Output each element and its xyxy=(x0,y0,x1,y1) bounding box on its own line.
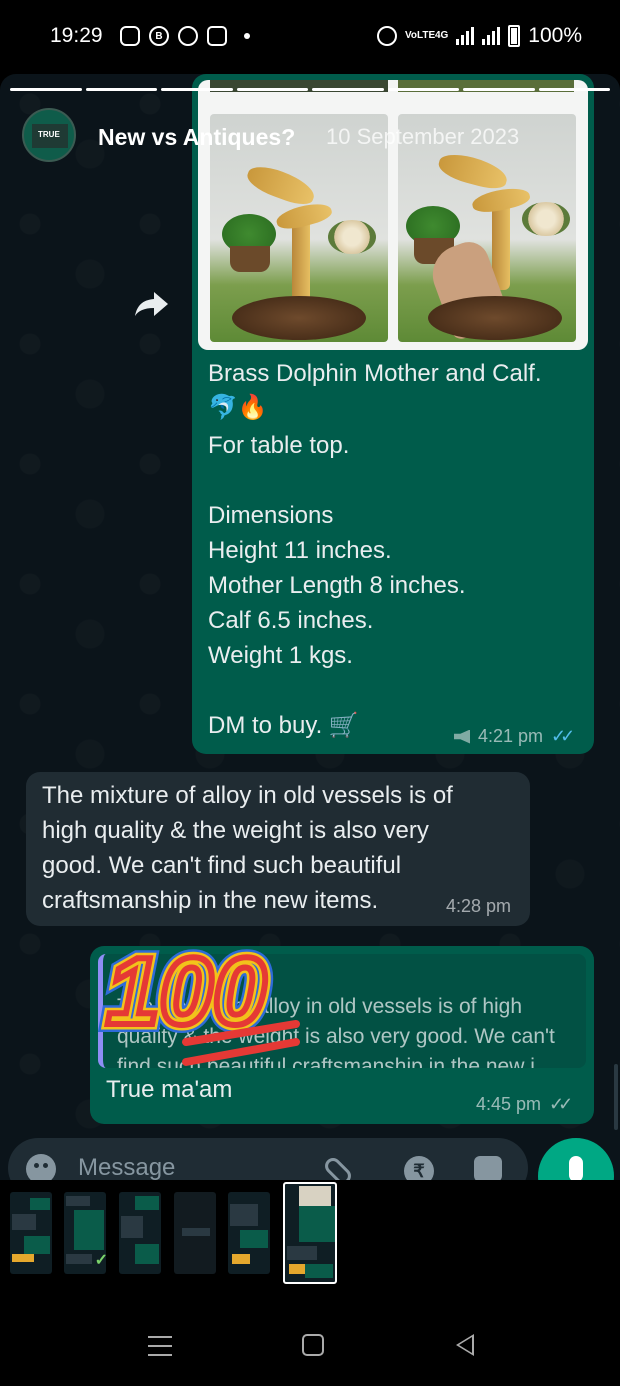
flowers-shape xyxy=(522,202,570,236)
outgoing-line: Dimensions xyxy=(208,502,334,529)
recent-apps-icon[interactable] xyxy=(148,1336,172,1356)
incoming-time: 4:28 pm xyxy=(446,896,512,916)
signal-icon xyxy=(456,27,475,45)
avatar[interactable]: TRUE xyxy=(22,108,76,162)
delivered-ticks-icon: ✓✓ xyxy=(549,1094,573,1114)
attach-icon[interactable] xyxy=(321,1154,355,1180)
chat-area[interactable]: Brass Dolphin Mother and Calf. 🐬🔥 For ta… xyxy=(0,74,620,1180)
incoming-meta: 4:28 pm xyxy=(446,896,511,917)
notification-icons: B xyxy=(120,26,250,46)
wood-base xyxy=(232,296,366,340)
outgoing-time: 4:21 pm xyxy=(478,726,544,746)
image-album[interactable] xyxy=(198,80,588,350)
back-icon[interactable] xyxy=(456,1334,474,1356)
message-input[interactable]: Message xyxy=(78,1154,175,1180)
outgoing-line: Calf 6.5 inches. xyxy=(208,607,374,634)
story-thumbnail[interactable] xyxy=(174,1192,216,1274)
outgoing-line: 🐬🔥 xyxy=(208,394,268,421)
network-type: 4G xyxy=(434,30,449,41)
pot-shape xyxy=(230,246,270,272)
story-thumbnail-active[interactable] xyxy=(283,1182,337,1284)
status-time: 19:29 xyxy=(50,24,103,47)
outgoing-line: Mother Length 8 inches. xyxy=(208,572,466,599)
hundred-points-sticker: 100 100 100 xyxy=(98,930,300,1066)
battery-icon xyxy=(508,25,521,47)
story-thumbnail[interactable]: ✓ xyxy=(64,1192,106,1274)
story-progress-bar xyxy=(10,88,610,91)
incoming-text: The mixture of alloy in old vessels is o… xyxy=(42,782,453,914)
story-title: New vs Antiques? xyxy=(98,124,296,150)
volte-label: VoLTE xyxy=(404,30,436,41)
outgoing-line: Weight 1 kgs. xyxy=(208,642,353,669)
more-notifications-icon xyxy=(244,33,250,39)
story-thumbnail[interactable] xyxy=(119,1192,161,1274)
rupee-icon[interactable]: ₹ xyxy=(404,1156,434,1180)
outgoing-meta: 4:21 pm ✓✓ xyxy=(454,726,575,747)
status-right: VoLTE 4G 100% xyxy=(376,24,582,48)
battery-percent: 100% xyxy=(528,24,582,47)
outgoing-message-bubble[interactable]: Brass Dolphin Mother and Calf. 🐬🔥 For ta… xyxy=(192,74,594,754)
story-thumbnail-strip[interactable]: ✓ xyxy=(0,1180,620,1286)
megaphone-icon xyxy=(454,729,470,744)
story-thumbnail[interactable] xyxy=(10,1192,52,1274)
read-ticks-icon: ✓✓ xyxy=(551,726,575,746)
b-app-icon: B xyxy=(149,26,169,46)
alarm-icon xyxy=(376,26,397,46)
flowers-shape xyxy=(328,220,376,254)
scrollbar[interactable] xyxy=(614,1064,618,1130)
whatsapp-icon xyxy=(178,26,198,46)
home-icon[interactable] xyxy=(302,1334,324,1356)
dolphin-shape xyxy=(243,160,319,210)
emoji-icon[interactable] xyxy=(26,1154,56,1180)
share-icon[interactable] xyxy=(134,288,170,318)
instagram-icon xyxy=(207,26,227,46)
status-bar: 19:29 B VoLTE 4G 100% xyxy=(0,0,620,74)
incoming-message-bubble[interactable]: The mixture of alloy in old vessels is o… xyxy=(26,772,530,926)
outgoing-line: Height 11 inches. xyxy=(208,537,392,564)
story-thumbnail[interactable] xyxy=(228,1192,270,1274)
reply-text: True ma'am xyxy=(106,1076,233,1103)
check-icon: ✓ xyxy=(94,1252,106,1269)
outgoing-line: For table top. xyxy=(208,432,350,459)
outgoing-line: Brass Dolphin Mother and Calf. xyxy=(208,360,542,387)
avatar-label: TRUE xyxy=(38,130,60,139)
message-input-bar[interactable]: Message ₹ xyxy=(8,1138,528,1180)
camera-icon[interactable] xyxy=(474,1156,502,1180)
system-nav-bar xyxy=(0,1286,620,1386)
outgoing-line: DM to buy. 🛒 xyxy=(208,712,359,739)
reply-time: 4:45 pm xyxy=(476,1094,542,1114)
wood-base xyxy=(428,296,562,340)
signal-icon-2 xyxy=(482,27,501,45)
story-date: 10 September 2023 xyxy=(326,124,520,149)
reply-meta: 4:45 pm ✓✓ xyxy=(476,1094,573,1115)
message-icon xyxy=(120,26,140,46)
dolphin-shape xyxy=(435,149,511,193)
